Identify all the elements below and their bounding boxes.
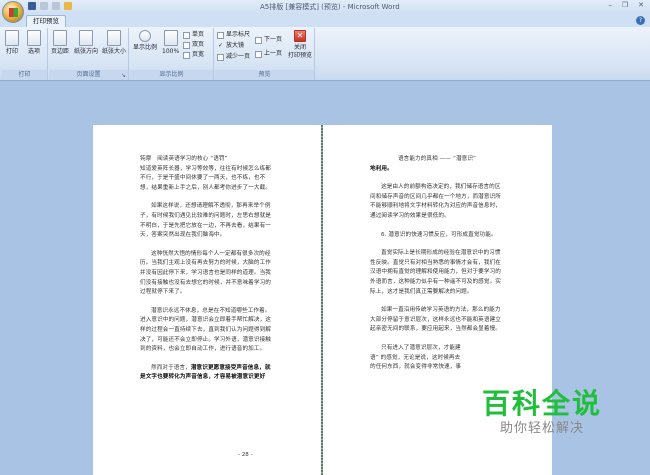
paragraph: 语” 的感觉，无论是说，这时候再去 bbox=[370, 354, 461, 361]
left-page: 钝摩 阅读英语学习的核心 “语罚” 知道爱英阵长器，学习等效等，往往有时候怎么练… bbox=[93, 125, 322, 475]
paragraph: 的任何东西，就会变得非常快速，事 bbox=[370, 364, 462, 371]
shrink-one-page-button[interactable]: 减少一页 bbox=[217, 53, 250, 61]
paragraph: 钝摩 阅读英语学习的核心 “语罚” bbox=[140, 156, 228, 162]
ribbon-tabs: 打印预览 ? bbox=[0, 14, 650, 27]
one-page-button[interactable]: 单页 bbox=[183, 31, 204, 39]
checkmark-icon: ✓ bbox=[217, 42, 224, 49]
magnifier-label: 放大镜 bbox=[226, 42, 245, 49]
close-preview-button[interactable]: ✕ 关闭 打印预览 bbox=[287, 30, 313, 60]
size-button[interactable]: 纸张大小 bbox=[102, 30, 126, 56]
one-page-icon bbox=[183, 31, 190, 39]
group-zoom: 显示比例 100% 单页 双页 页宽 显示比例 bbox=[130, 28, 214, 80]
paragraph: 潜意识永远不休息，总是在不知道哪些工作着。进入意识中的问题，潜意识会立即着手帮忙… bbox=[140, 307, 271, 353]
page-width-icon bbox=[183, 51, 190, 59]
zoom-button[interactable]: 显示比例 bbox=[133, 30, 157, 52]
close-preview-label: 关闭 打印预览 bbox=[287, 44, 312, 59]
group-preview: 显示标尺 ✓ 放大镜 减少一页 下一页 上一页 ✕ 关闭 打印预览 预览 bbox=[215, 28, 315, 80]
minimize-button[interactable]: – bbox=[608, 1, 612, 9]
page-size-icon bbox=[107, 30, 121, 46]
two-pages-label: 双页 bbox=[192, 41, 205, 48]
left-page-text: 钝摩 阅读英语学习的核心 “语罚” 知道爱英阵长器，学习等效等，往往有时候怎么练… bbox=[140, 155, 274, 383]
orientation-button[interactable]: 纸张方向 bbox=[74, 30, 98, 56]
margins-label: 页边距 bbox=[51, 48, 70, 55]
two-pages-icon bbox=[183, 41, 190, 49]
show-ruler-checkbox[interactable]: 显示标尺 bbox=[217, 31, 250, 39]
group-label: 页面设置 bbox=[49, 70, 128, 80]
window-title: A5排版 [兼容模式] (预览) - Microsoft Word bbox=[260, 3, 400, 11]
paragraph: 直觉实际上是长期形成的经验在潜意识中的习惯性反映。直觉只有对相当熟悉的事情才会有… bbox=[370, 250, 501, 295]
show-ruler-label: 显示标尺 bbox=[226, 31, 251, 38]
running-header: 语言能力的真相 —— “潜意识” bbox=[397, 156, 477, 162]
shrink-icon bbox=[217, 53, 224, 61]
page-100-icon bbox=[163, 30, 178, 46]
undo-icon[interactable] bbox=[40, 2, 48, 10]
paragraph: 如果这样说，还想请理解不透彻，那再来举个例子，有时候我们遇见比较难的问题时，左思… bbox=[140, 203, 271, 239]
orientation-label: 纸张方向 bbox=[74, 48, 99, 55]
help-icon[interactable]: ? bbox=[636, 16, 645, 25]
office-button[interactable] bbox=[2, 1, 24, 23]
paragraph: 然而对于语言， bbox=[151, 364, 191, 371]
restore-button[interactable]: ❐ bbox=[622, 1, 628, 9]
printer-icon bbox=[5, 30, 19, 46]
magnifier-icon bbox=[139, 30, 151, 42]
group-label: 预览 bbox=[215, 70, 314, 80]
shrink-label: 减少一页 bbox=[226, 53, 251, 60]
print-button[interactable]: 打印 bbox=[5, 30, 19, 56]
office-logo-icon bbox=[9, 8, 18, 17]
checkbox-icon bbox=[217, 31, 224, 39]
close-button[interactable]: ✕ bbox=[638, 1, 644, 9]
magnifier-checkbox[interactable]: ✓ 放大镜 bbox=[217, 42, 244, 50]
options-icon bbox=[27, 30, 41, 46]
margins-button[interactable]: 页边距 bbox=[51, 30, 69, 56]
zoom-label: 显示比例 bbox=[133, 44, 158, 51]
previous-page-label: 上一页 bbox=[264, 50, 283, 57]
next-page-label: 下一页 bbox=[264, 36, 283, 43]
group-label: 打印 bbox=[2, 70, 47, 80]
paragraph: 这是由人的前额构造决定的，我们储存语言的区间和储存声音的区间几乎都在一个地方，而… bbox=[370, 184, 501, 219]
next-page-button[interactable]: 下一页 bbox=[255, 36, 282, 44]
previous-page-icon bbox=[255, 50, 262, 58]
redo-icon[interactable] bbox=[52, 2, 60, 10]
quick-access-toolbar bbox=[28, 2, 72, 10]
ribbon: 打印 选项 打印 页边距 纸张方向 纸张大小 页面设置 ↘ 显示比例 100% … bbox=[0, 27, 650, 81]
previous-page-button[interactable]: 上一页 bbox=[255, 50, 282, 58]
size-label: 纸张大小 bbox=[102, 48, 127, 55]
orientation-icon bbox=[79, 30, 93, 46]
page-width-label: 页宽 bbox=[192, 51, 205, 58]
watermark-subtitle: 助你轻松解决 bbox=[500, 421, 585, 436]
right-page-text: 语言能力的真相 —— “潜意识” 地利用。 这是由人的前额构造决定的，我们储存语… bbox=[370, 155, 504, 382]
options-button[interactable]: 选项 bbox=[27, 30, 41, 56]
zoom-100-label: 100% bbox=[162, 48, 180, 55]
margins-icon bbox=[53, 30, 67, 46]
print-label: 打印 bbox=[5, 48, 18, 55]
next-page-icon bbox=[255, 36, 262, 44]
paragraph: 6. 潜意识的快速习惯反应，可形成直觉功能。 bbox=[381, 231, 497, 238]
group-label: 显示比例 bbox=[130, 70, 213, 80]
one-page-label: 单页 bbox=[192, 31, 205, 38]
close-red-icon: ✕ bbox=[294, 30, 306, 42]
paragraph: 这种恍然大悟的情形每个人一定都有很多次的经历。当我们主观上没有再去努力的时候，大… bbox=[140, 250, 271, 296]
watermark-title: 百科全说 bbox=[482, 387, 603, 420]
options-label: 选项 bbox=[27, 48, 40, 55]
paragraph: 如果一直沿用传统学习英语的方法，那么的能力大部分停留于意识层次，这样永远也不能和… bbox=[370, 307, 501, 333]
tab-print-preview[interactable]: 打印预览 bbox=[26, 15, 66, 27]
page-width-button[interactable]: 页宽 bbox=[183, 51, 204, 59]
title-bar: A5排版 [兼容模式] (预览) - Microsoft Word – ❐ ✕ bbox=[0, 0, 650, 14]
paragraph: 地利用。 bbox=[370, 165, 393, 172]
watermark: 百科全说 助你轻松解决 bbox=[482, 388, 602, 438]
dialog-launcher-icon[interactable]: ↘ bbox=[121, 72, 126, 79]
two-pages-button[interactable]: 双页 bbox=[183, 41, 204, 49]
group-print: 打印 选项 打印 bbox=[2, 28, 48, 80]
page-number: - 28 - bbox=[238, 452, 253, 458]
group-page-setup: 页边距 纸张方向 纸张大小 页面设置 ↘ bbox=[49, 28, 129, 80]
paragraph: 知道爱英阵长器，学习等效等，往往有时候怎么练都不行，于是干盛中间休要了一两天，也… bbox=[140, 165, 271, 191]
zoom-100-button[interactable]: 100% bbox=[162, 30, 179, 56]
save-icon[interactable] bbox=[28, 2, 36, 10]
print-preview-icon[interactable] bbox=[64, 2, 72, 10]
paragraph: 只有进入了潜意识层次，才能建 bbox=[381, 344, 461, 351]
